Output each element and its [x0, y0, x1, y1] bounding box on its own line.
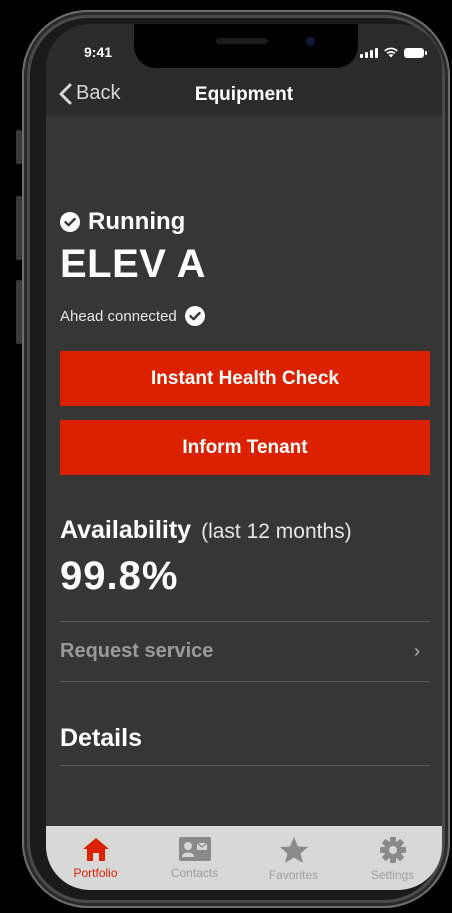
star-icon [279, 837, 308, 863]
tab-favorites[interactable]: Favorites [244, 826, 343, 890]
divider [60, 681, 430, 682]
divider [60, 765, 430, 766]
tab-contacts[interactable]: Contacts [145, 826, 244, 890]
instant-health-check-button[interactable]: Instant Health Check [60, 351, 430, 406]
home-icon [82, 838, 109, 861]
running-status: Running [60, 208, 185, 236]
details-title: Details [60, 724, 142, 752]
tab-label: Portfolio [73, 866, 118, 880]
check-circle-icon [60, 212, 80, 232]
notch [134, 24, 358, 68]
battery-icon [404, 48, 427, 58]
request-service-row[interactable]: Request service › [60, 622, 430, 681]
device-stage: 9:41 Back Equipment Running ELEV A Ahead… [0, 0, 452, 913]
connection-status: Ahead connected [60, 306, 205, 326]
request-service-label: Request service [60, 640, 214, 662]
back-label: Back [76, 82, 121, 104]
app-screen: 9:41 Back Equipment Running ELEV A Ahead… [46, 24, 442, 890]
tab-bar: Portfolio Contacts Favorites Settings [46, 826, 442, 890]
availability-heading: Availability (last 12 months) [60, 516, 352, 545]
inform-tenant-button[interactable]: Inform Tenant [60, 420, 430, 475]
status-icons [360, 46, 427, 58]
cellular-signal-icon [360, 48, 378, 58]
speaker-grille [216, 38, 268, 44]
tab-settings[interactable]: Settings [343, 826, 442, 890]
tab-label: Favorites [268, 868, 319, 882]
nav-header: 9:41 Back Equipment [46, 24, 442, 116]
back-button[interactable]: Back [58, 82, 120, 105]
availability-period: (last 12 months) [201, 520, 352, 543]
wifi-icon [384, 47, 398, 58]
status-time: 9:41 [84, 44, 113, 60]
tab-label: Settings [370, 868, 415, 882]
availability-title: Availability [60, 516, 192, 544]
equipment-name: ELEV A [60, 242, 206, 286]
chevron-right-icon: › [414, 641, 420, 661]
camera-icon [306, 37, 315, 46]
availability-value: 99.8% [60, 554, 179, 598]
connected-check-icon [184, 306, 205, 326]
status-label: Running [88, 208, 186, 235]
connection-label: Ahead connected [60, 307, 177, 325]
gear-icon [379, 837, 406, 863]
tab-label: Contacts [170, 866, 219, 880]
contact-card-icon [178, 837, 211, 861]
chevron-left-icon [59, 83, 72, 104]
tab-portfolio[interactable]: Portfolio [46, 826, 145, 890]
